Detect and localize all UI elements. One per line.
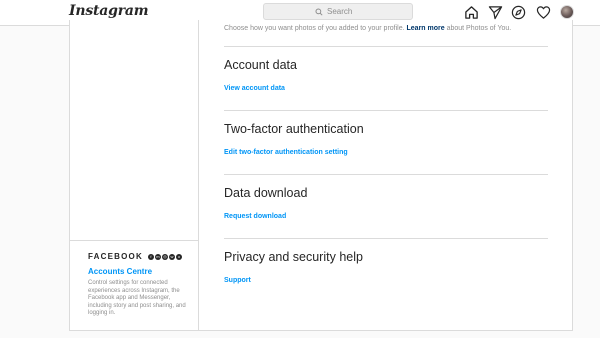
facebook-wordmark: FACEBOOK [88, 252, 143, 261]
oculus-icon: o [175, 253, 182, 260]
support-link[interactable]: Support [224, 277, 251, 284]
divider [224, 110, 548, 111]
home-icon[interactable] [464, 5, 479, 20]
activity-heart-icon[interactable] [536, 5, 551, 20]
learn-more-link[interactable]: Learn more [407, 25, 445, 32]
view-account-data-link[interactable]: View account data [224, 85, 285, 92]
section-title: Account data [224, 58, 297, 72]
direct-send-icon[interactable] [488, 5, 503, 20]
instagram-logo[interactable]: Instagram [69, 3, 149, 19]
divider [224, 46, 548, 47]
explore-compass-icon[interactable] [511, 5, 526, 20]
whatsapp-icon: w [168, 253, 175, 260]
divider [224, 174, 548, 175]
settings-card: FACEBOOK f m ◎ w o Accounts Centre Contr… [69, 20, 573, 331]
settings-sidebar: FACEBOOK f m ◎ w o Accounts Centre Contr… [70, 20, 199, 330]
accounts-centre-link[interactable]: Accounts Centre [88, 267, 152, 276]
photos-of-you-intro: Choose how you want photos of you added … [224, 25, 511, 32]
accounts-centre-description: Control settings for connected experienc… [88, 280, 186, 316]
facebook-icon: f [147, 253, 154, 260]
search-input[interactable] [327, 7, 361, 16]
facebook-header: FACEBOOK f m ◎ w o [88, 252, 182, 261]
meta-app-icons: f m ◎ w o [147, 253, 182, 260]
messenger-icon: m [154, 253, 161, 260]
request-download-link[interactable]: Request download [224, 213, 286, 220]
intro-text: Choose how you want photos of you added … [224, 25, 407, 32]
section-title: Data download [224, 186, 308, 200]
intro-suffix: about Photos of You. [444, 25, 512, 32]
edit-two-factor-link[interactable]: Edit two-factor authentication setting [224, 149, 348, 156]
settings-content: Choose how you want photos of you added … [224, 20, 548, 330]
instagram-icon: ◎ [161, 253, 168, 260]
section-title: Privacy and security help [224, 250, 363, 264]
profile-avatar[interactable] [560, 5, 574, 19]
search-icon [315, 7, 323, 16]
accounts-centre-box: FACEBOOK f m ◎ w o Accounts Centre Contr… [70, 240, 198, 330]
section-title: Two-factor authentication [224, 122, 364, 136]
divider [224, 238, 548, 239]
search-box[interactable] [263, 3, 413, 20]
